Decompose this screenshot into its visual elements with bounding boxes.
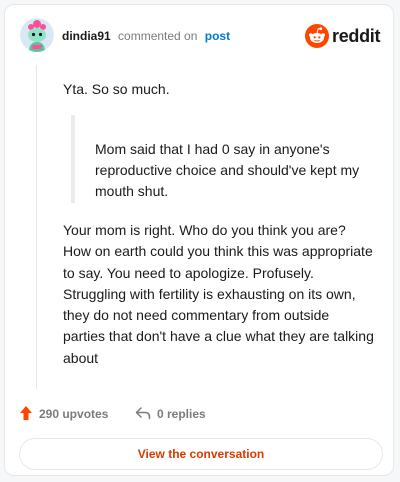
quote-text: Mom said that I had 0 say in anyone's re… — [95, 141, 360, 199]
commented-on-label: commented on — [118, 29, 198, 43]
arrow-up-icon — [19, 405, 33, 424]
view-conversation-button[interactable]: View the conversation — [19, 438, 383, 470]
reply-arrow-icon — [135, 406, 151, 423]
upvote-count: 290 upvotes — [39, 407, 109, 421]
comment-actions: 290 upvotes 0 replies — [19, 403, 379, 425]
comment-body: Your mom is right. Who do you think you … — [63, 222, 374, 366]
username-link[interactable]: dindia91 — [62, 29, 111, 43]
reddit-wordmark: reddit — [332, 26, 381, 46]
snoo-avatar-icon — [20, 18, 54, 52]
comment-header: dindia91 commented on post reddit — [5, 5, 393, 63]
reddit-brand[interactable]: reddit — [305, 24, 381, 50]
comment-meta: dindia91 commented on post — [62, 29, 230, 43]
reply-count: 0 replies — [157, 407, 206, 421]
avatar[interactable] — [20, 18, 54, 52]
reddit-logo-icon — [305, 24, 329, 48]
upvote-button[interactable]: 290 upvotes — [19, 403, 108, 425]
comment-opening: Yta. So so much. — [63, 81, 170, 97]
thread-line — [36, 65, 37, 389]
replies-button[interactable]: 0 replies — [135, 403, 206, 425]
post-link[interactable]: post — [205, 29, 230, 43]
comment-card: dindia91 commented on post reddit Yta. S… — [4, 4, 394, 476]
blockquote: Mom said that I had 0 say in anyone's re… — [71, 115, 371, 203]
